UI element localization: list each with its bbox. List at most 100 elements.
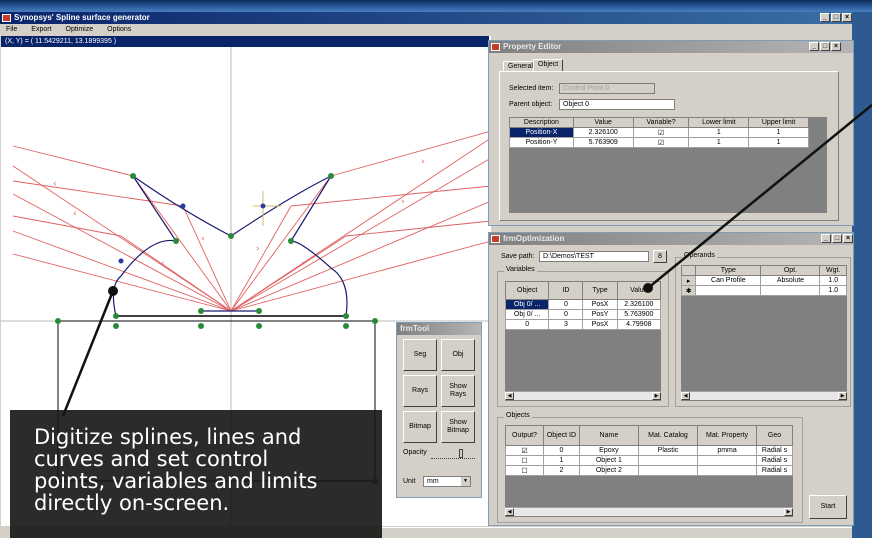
id-cell[interactable]: 0 <box>548 309 584 320</box>
selected-item-field[interactable]: Control Point 0 <box>559 83 655 94</box>
weight-cell[interactable]: 1.0 <box>819 285 847 296</box>
value-cell[interactable]: 2.326100 <box>572 127 634 138</box>
column-header[interactable]: Upper limit <box>748 117 809 128</box>
maximize-icon[interactable]: □ <box>820 42 830 51</box>
variable-checkbox[interactable]: ☑ <box>632 137 690 148</box>
id-cell[interactable]: 0 <box>548 299 584 310</box>
table-row[interactable]: ☑ 0 Epoxy Plastic pmma Radial s <box>505 445 793 456</box>
object-cell[interactable]: Obj 0/ ... <box>504 299 550 310</box>
opt-dropdown[interactable]: Absolute <box>760 275 821 286</box>
close-icon[interactable]: × <box>831 42 841 51</box>
mat-property-cell[interactable] <box>697 455 758 466</box>
column-header[interactable]: Mat. Catalog <box>637 425 699 446</box>
optimization-title-bar[interactable]: frmOptimization _ □ × <box>489 233 853 245</box>
operands-scrollbar[interactable]: ◀ ▶ <box>681 391 847 400</box>
id-cell[interactable]: 3 <box>548 319 584 330</box>
column-header[interactable]: Geo <box>756 425 793 446</box>
opacity-slider-thumb[interactable] <box>459 449 463 458</box>
column-header[interactable]: Value <box>572 117 634 128</box>
type-dropdown[interactable]: Can Profile <box>695 275 762 286</box>
mat-catalog-cell[interactable]: Plastic <box>637 445 699 456</box>
minimize-icon[interactable]: _ <box>820 13 830 22</box>
type-dropdown[interactable] <box>695 285 762 296</box>
save-path-field[interactable]: D:\Demos\TEST <box>539 251 649 262</box>
column-header[interactable]: Description <box>509 117 574 128</box>
column-header[interactable]: Lower limit <box>688 117 750 128</box>
object-cell[interactable]: 0 <box>504 319 550 330</box>
column-header[interactable]: Object ID <box>542 425 580 446</box>
object-id-cell[interactable]: 1 <box>542 455 580 466</box>
show-bitmap-button[interactable]: Show Bitmap <box>441 411 475 443</box>
value-cell[interactable]: 2.326100 <box>616 299 662 310</box>
chevron-down-icon[interactable]: ▼ <box>461 477 470 486</box>
weight-cell[interactable]: 1.0 <box>819 275 847 286</box>
column-header[interactable]: Value <box>616 281 662 300</box>
type-cell[interactable]: PosX <box>582 319 618 330</box>
type-cell[interactable]: PosY <box>582 309 618 320</box>
start-button[interactable]: Start <box>809 495 847 519</box>
mat-property-cell[interactable]: pmma <box>697 445 758 456</box>
geo-cell[interactable]: Radial s <box>756 455 793 466</box>
menu-export[interactable]: Export <box>31 24 51 35</box>
close-icon[interactable]: × <box>843 234 853 243</box>
column-header[interactable]: Type <box>695 265 762 276</box>
property-editor-title-bar[interactable]: Property Editor _ □ × <box>489 41 853 53</box>
browse-button[interactable]: 8 <box>653 250 667 263</box>
tool-palette-title-bar[interactable]: frmTool <box>397 323 481 335</box>
menu-optimize[interactable]: Optimize <box>66 24 94 35</box>
table-row[interactable]: ✱ 1.0 <box>680 285 847 296</box>
object-id-cell[interactable]: 2 <box>542 465 580 476</box>
table-row[interactable]: ☐ 2 Object 2 Radial s <box>505 465 793 476</box>
output-checkbox[interactable]: ☐ <box>505 465 544 476</box>
upper-limit-cell[interactable]: 1 <box>748 137 809 148</box>
scroll-right-icon[interactable]: ▶ <box>838 392 847 400</box>
column-header[interactable]: Wgt. <box>819 265 847 276</box>
table-row[interactable]: Position-X 2.326100 ☑ 1 1 <box>509 127 809 138</box>
upper-limit-cell[interactable]: 1 <box>748 127 809 138</box>
close-icon[interactable]: × <box>842 13 852 22</box>
table-row[interactable]: ▸ Can Profile Absolute 1.0 <box>680 275 847 286</box>
geo-cell[interactable]: Radial s <box>756 445 793 456</box>
mat-catalog-cell[interactable] <box>637 455 699 466</box>
column-header[interactable]: Variable? <box>632 117 690 128</box>
object-id-cell[interactable]: 0 <box>542 445 580 456</box>
geo-cell[interactable]: Radial s <box>756 465 793 476</box>
column-header[interactable]: Mat. Property <box>697 425 758 446</box>
rays-button[interactable]: Rays <box>403 375 437 407</box>
seg-button[interactable]: Seg <box>403 339 437 371</box>
unit-select[interactable]: mm ▼ <box>423 476 471 487</box>
value-cell[interactable]: 4.79908 <box>616 319 662 330</box>
value-cell[interactable]: 5.763909 <box>572 137 634 148</box>
variable-checkbox[interactable]: ☑ <box>632 127 690 138</box>
table-row[interactable]: Obj 0/ ... 0 PosY 5.763900 <box>504 309 662 320</box>
value-cell[interactable]: 5.763900 <box>616 309 662 320</box>
name-cell[interactable]: Object 1 <box>578 455 639 466</box>
table-row[interactable]: Position-Y 5.763909 ☑ 1 1 <box>509 137 809 148</box>
column-header[interactable]: Output? <box>505 425 544 446</box>
objects-scrollbar[interactable]: ◀ ▶ <box>505 507 793 516</box>
scroll-right-icon[interactable]: ▶ <box>784 508 793 516</box>
mat-property-cell[interactable] <box>697 465 758 476</box>
mat-catalog-cell[interactable] <box>637 465 699 476</box>
main-title-bar[interactable]: Synopsys' Spline surface generator <box>0 12 852 24</box>
tab-object[interactable]: Object <box>533 59 564 71</box>
column-header[interactable]: Name <box>578 425 639 446</box>
output-checkbox[interactable]: ☐ <box>505 455 544 466</box>
menu-file[interactable]: File <box>6 24 17 35</box>
scroll-right-icon[interactable]: ▶ <box>652 392 661 400</box>
object-cell[interactable]: Obj 0/ ... <box>504 309 550 320</box>
minimize-icon[interactable]: _ <box>809 42 819 51</box>
obj-button[interactable]: Obj <box>441 339 475 371</box>
column-header[interactable]: Object <box>504 281 550 300</box>
scroll-left-icon[interactable]: ◀ <box>505 392 514 400</box>
show-rays-button[interactable]: Show Rays <box>441 375 475 407</box>
column-header[interactable]: Type <box>582 281 618 300</box>
opacity-slider[interactable] <box>431 449 475 459</box>
lower-limit-cell[interactable]: 1 <box>688 137 750 148</box>
opt-dropdown[interactable] <box>760 285 821 296</box>
name-cell[interactable]: Object 2 <box>578 465 639 476</box>
maximize-icon[interactable]: □ <box>831 13 841 22</box>
type-cell[interactable]: PosX <box>582 299 618 310</box>
maximize-icon[interactable]: □ <box>832 234 842 243</box>
column-header[interactable]: Opt. <box>760 265 821 276</box>
